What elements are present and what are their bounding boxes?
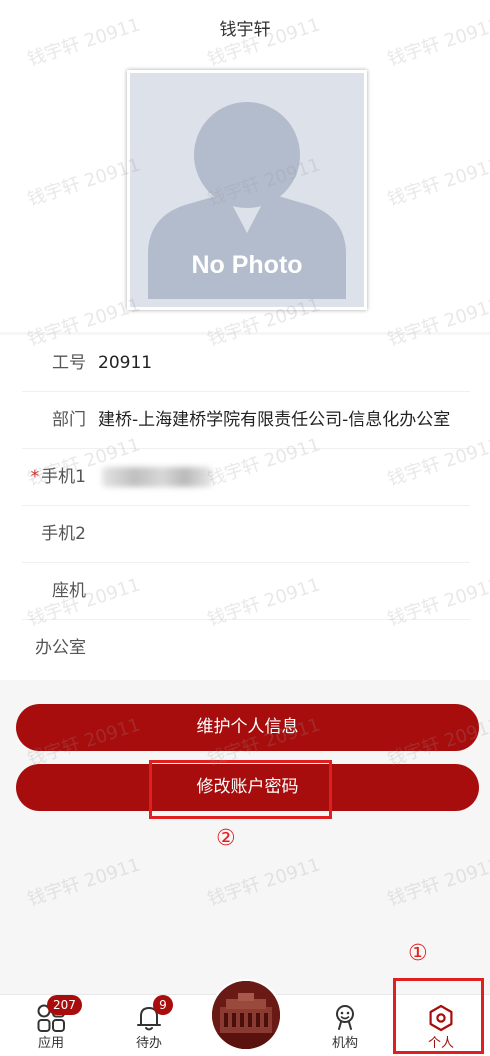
info-row-employee-id: 工号 20911 <box>22 335 470 392</box>
annotation-highlight-profile-tab <box>393 978 484 1054</box>
tab-label: 待办 <box>135 1036 162 1051</box>
tab-label: 机构 <box>331 1036 358 1051</box>
tab-apps[interactable]: 207 应用 <box>11 995 91 1056</box>
info-value: 建桥-上海建桥学院有限责任公司-信息化办公室 <box>98 410 451 430</box>
profile-info-card: 工号 20911 部门 建桥-上海建桥学院有限责任公司-信息化办公室 * 手机1 … <box>0 335 490 680</box>
page-title: 钱宇轩 <box>219 20 271 40</box>
tab-label: 应用 <box>37 1036 64 1051</box>
page-header: 钱宇轩 <box>0 0 490 60</box>
info-row-mobile-1[interactable]: * 手机1 <box>22 449 470 506</box>
todo-badge: 9 <box>153 995 173 1015</box>
annotation-marker-1: ① <box>408 941 428 966</box>
watermark: 钱宇轩 20911 <box>25 854 143 911</box>
no-photo-text: No Photo <box>191 251 303 279</box>
apps-badge: 207 <box>47 995 82 1015</box>
info-row-mobile-2[interactable]: 手机2 <box>22 506 470 563</box>
info-label: 部门 <box>52 410 86 430</box>
info-row-office[interactable]: 办公室 <box>22 620 470 677</box>
annotation-highlight-password <box>149 760 332 819</box>
info-label: * 手机1 <box>22 449 86 506</box>
campus-building-image <box>212 981 280 1049</box>
organization-icon <box>336 1005 354 1030</box>
info-label-text: 手机1 <box>41 467 86 487</box>
watermark: 钱宇轩 20911 <box>385 854 490 911</box>
info-label: 办公室 <box>35 638 86 658</box>
info-row-landline[interactable]: 座机 <box>22 563 470 620</box>
info-label: 手机2 <box>41 524 86 544</box>
campus-logo-icon[interactable] <box>212 981 280 1049</box>
avatar-frame: No Photo <box>127 70 367 310</box>
info-label: 工号 <box>52 353 86 373</box>
required-mark: * <box>30 467 40 487</box>
annotation-marker-2: ② <box>216 826 236 851</box>
photo-card: No Photo <box>0 60 490 332</box>
maintain-profile-button[interactable]: 维护个人信息 <box>16 704 479 751</box>
info-row-department: 部门 建桥-上海建桥学院有限责任公司-信息化办公室 <box>22 392 470 449</box>
avatar-placeholder: No Photo <box>130 73 364 307</box>
info-value: 20911 <box>98 353 153 373</box>
tab-todo[interactable]: 9 待办 <box>109 995 189 1056</box>
watermark: 钱宇轩 20911 <box>205 854 323 911</box>
info-label: 座机 <box>52 581 86 601</box>
tab-organization[interactable]: 机构 <box>305 995 385 1056</box>
masked-phone-value <box>102 467 212 487</box>
